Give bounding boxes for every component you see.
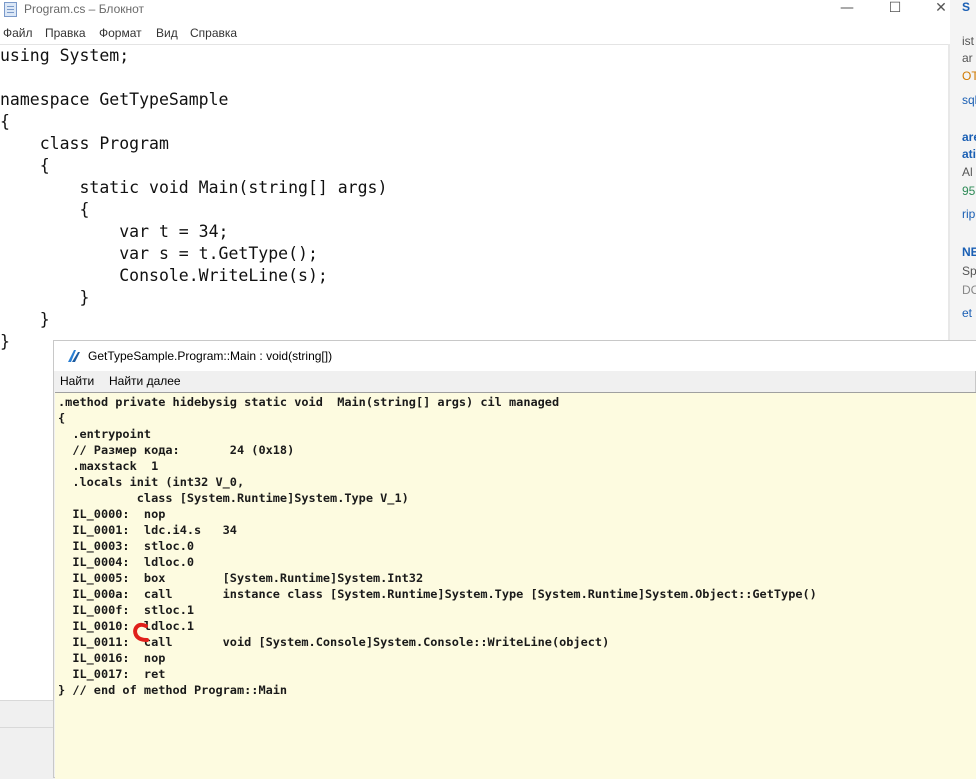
ildasm-title: GetTypeSample.Program::Main : void(strin…: [88, 349, 333, 363]
bg-fragment: Al: [962, 165, 973, 179]
bg-fragment: ar: [962, 51, 973, 65]
background-window[interactable]: S ist ar OT sql are ati Al 95 rip NE Sp …: [950, 0, 976, 340]
notepad-code-text[interactable]: using System; namespace GetTypeSample { …: [0, 45, 387, 353]
minimize-button[interactable]: —: [824, 0, 870, 18]
maximize-button[interactable]: ☐: [872, 0, 918, 18]
notepad-titlebar[interactable]: Program.cs – Блокнот — ☐ ✕: [0, 0, 950, 20]
bg-fragment: Sp: [962, 264, 976, 278]
bg-fragment: DC: [962, 283, 976, 297]
bg-fragment: 95: [962, 184, 976, 198]
bg-fragment: et: [962, 306, 973, 320]
bg-fragment: NE: [962, 245, 976, 259]
ildasm-app-icon: [68, 350, 80, 362]
menu-file[interactable]: Файл: [3, 26, 33, 40]
notepad-app-icon: [4, 2, 17, 17]
il-code-view[interactable]: .method private hidebysig static void Ma…: [55, 392, 976, 779]
notepad-title: Program.cs – Блокнот: [24, 2, 145, 16]
notepad-editor[interactable]: using System; namespace GetTypeSample { …: [0, 44, 948, 351]
ildasm-titlebar[interactable]: GetTypeSample.Program::Main : void(strin…: [54, 341, 976, 371]
menu-find-next[interactable]: Найти далее: [109, 374, 181, 388]
bg-fragment: ati: [962, 147, 976, 161]
il-code-text[interactable]: .method private hidebysig static void Ma…: [58, 394, 817, 698]
bg-fragment: OT: [962, 69, 976, 83]
menu-edit[interactable]: Правка: [45, 26, 86, 40]
bg-fragment: S: [962, 0, 971, 14]
notepad-status-area: [0, 700, 56, 779]
menu-find[interactable]: Найти: [60, 374, 94, 388]
red-bracket-mark: [133, 622, 149, 642]
menu-format[interactable]: Формат: [99, 26, 142, 40]
bg-fragment: rip: [962, 207, 976, 221]
ildasm-method-window: GetTypeSample.Program::Main : void(strin…: [53, 340, 976, 779]
bg-fragment: ist: [962, 34, 974, 48]
bg-fragment: are: [962, 130, 976, 144]
bg-fragment: sql: [962, 93, 976, 107]
menu-help[interactable]: Справка: [190, 26, 237, 40]
menu-view[interactable]: Вид: [156, 26, 178, 40]
